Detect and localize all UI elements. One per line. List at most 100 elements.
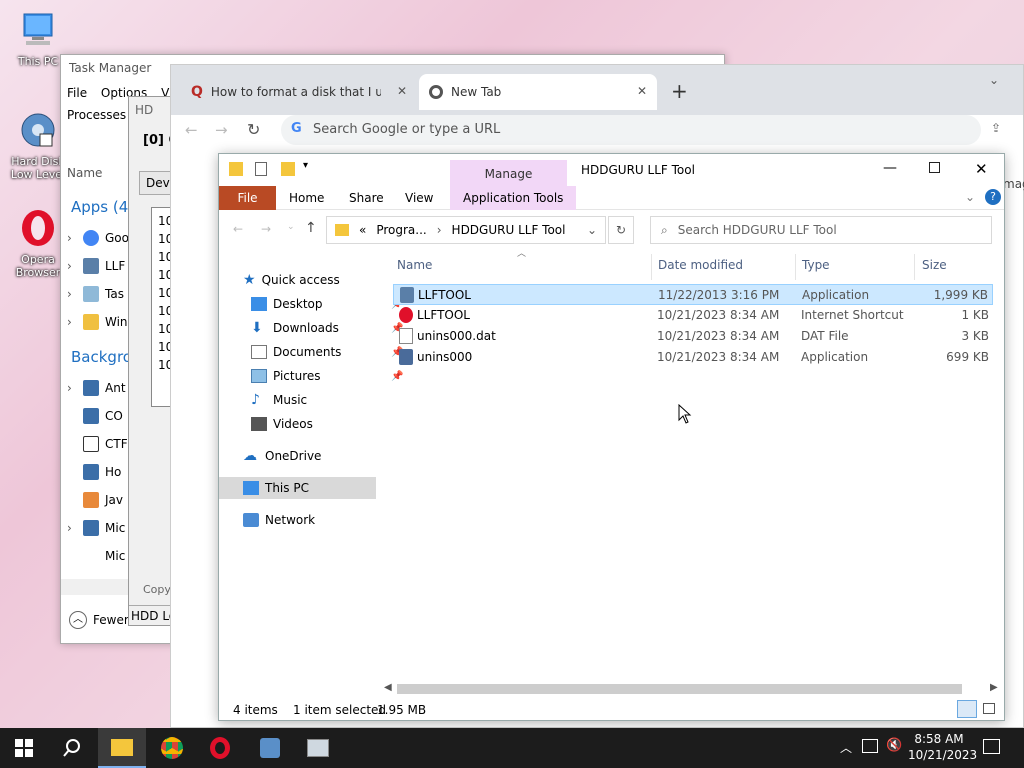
chevron-right-icon: › [67,259,72,273]
breadcrumb-part[interactable]: HDDGURU LLF Tool [452,223,566,237]
hdd-tool-icon [260,738,280,758]
new-tab-button[interactable]: + [671,79,688,103]
new-folder-icon[interactable] [281,162,295,176]
column-size[interactable]: Size [922,258,947,272]
process-row[interactable]: › Mic [67,518,125,538]
taskbar-file-explorer[interactable] [98,728,146,768]
chevron-down-icon[interactable]: ⌄ [587,223,597,237]
large-icons-view-icon[interactable] [983,703,995,714]
search-button[interactable] [48,728,96,768]
address-bar[interactable]: « Progra... › HDDGURU LLF Tool ⌄ [326,216,606,244]
column-type[interactable]: Type [802,258,830,272]
process-row[interactable]: Jav [67,490,123,510]
taskbar-chrome[interactable] [148,728,196,768]
ribbon-tab-application-tools[interactable]: Application Tools [450,186,577,210]
file-row[interactable]: unins000 10/21/2023 8:34 AM Application … [393,347,993,368]
close-button[interactable]: ✕ [975,160,988,178]
process-name: Mic [105,549,126,563]
column-name[interactable]: Name [397,258,432,272]
scrollbar-thumb[interactable] [397,684,962,694]
start-button[interactable] [0,728,48,768]
tab-processes[interactable]: Processes [67,108,126,122]
file-row[interactable]: LLFTOOL 10/21/2023 8:34 AM Internet Shor… [393,305,993,326]
back-icon[interactable]: ← [233,222,243,236]
process-icon [83,520,99,536]
process-row[interactable]: Mic [67,546,125,566]
nav-quick-access[interactable]: ★ Quick access [243,269,340,291]
nav-network[interactable]: Network [243,509,315,531]
taskbar-task-manager[interactable] [294,728,342,768]
process-row[interactable]: › Tas [67,284,124,304]
column-name[interactable]: Name [67,166,102,180]
share-icon[interactable]: ⇪ [991,121,1001,135]
clock[interactable]: 8:58 AM 10/21/2023 [908,731,977,763]
address-toolbar: ← → ⌄ ↑ « Progra... › HDDGURU LLF Tool ⌄… [219,210,1004,250]
horizontal-scrollbar[interactable] [61,579,131,595]
close-tab-icon[interactable]: ✕ [397,84,407,98]
search-box[interactable]: ⌕ Search HDDGURU LLF Tool [650,216,992,244]
fewer-details-button[interactable]: ︿ Fewer [69,611,129,629]
process-row[interactable]: › Goo [67,228,129,248]
forward-icon[interactable]: → [215,121,228,139]
nav-downloads[interactable]: ⬇ Downloads 📌 [251,317,411,339]
horizontal-scrollbar[interactable]: ◀ ▶ [384,682,1004,696]
minimize-button[interactable]: — [883,160,897,176]
expand-ribbon-icon[interactable]: ⌄ [965,190,975,204]
column-date-modified[interactable]: Date modified [658,258,743,272]
volume-muted-icon[interactable]: 🔇 [886,738,902,753]
show-hidden-icons[interactable]: ︿ [840,739,852,756]
internet-shortcut-icon [399,307,413,323]
forward-icon[interactable]: → [261,222,271,236]
process-row[interactable]: Ho [67,462,121,482]
file-row[interactable]: unins000.dat 10/21/2023 8:34 AM DAT File… [393,326,993,347]
process-row[interactable]: › Ant [67,378,126,398]
process-row[interactable]: CO [67,406,123,426]
nav-documents[interactable]: Documents 📌 [251,341,411,363]
desktop-icon-hard-disk-low-level[interactable]: Hard Disk Low Level [8,110,68,181]
process-row[interactable]: CTF [67,434,128,454]
taskbar-hdd-tool[interactable] [246,728,294,768]
scroll-left-icon[interactable]: ◀ [384,682,392,693]
properties-icon[interactable] [255,162,267,176]
maximize-button[interactable] [929,162,940,173]
network-icon[interactable] [862,739,878,753]
reload-icon[interactable]: ↻ [247,120,260,139]
notification-icon[interactable] [983,739,1000,754]
tab-quora[interactable]: Q How to format a disk that I usec ✕ [181,74,417,110]
status-bar: 4 items 1 item selected 1.95 MB [219,698,1004,722]
nav-videos[interactable]: Videos [251,413,313,435]
manage-context-tab[interactable]: Manage [450,160,567,188]
ribbon-tab-home[interactable]: Home [289,186,324,210]
omnibox[interactable]: G Search Google or type a URL [281,115,981,145]
refresh-button[interactable]: ↻ [608,216,634,244]
quick-access-dropdown-icon[interactable]: ▾ [303,160,308,171]
desktop-icon-this-pc[interactable]: This PC [8,10,68,68]
desktop-icon-opera[interactable]: Opera Browser [8,208,68,279]
menu-file[interactable]: File [67,86,87,100]
tab-new-tab[interactable]: New Tab ✕ [419,74,657,110]
desktop-icon-label: Opera Browser [15,253,61,279]
details-view-icon[interactable] [957,700,977,718]
process-row[interactable]: › Win [67,312,128,332]
scroll-right-icon[interactable]: ▶ [990,682,998,693]
nav-desktop[interactable]: Desktop📌 [251,293,411,315]
up-icon[interactable]: ↑ [305,220,317,236]
breadcrumb-part[interactable]: Progra... [376,223,426,237]
file-row[interactable]: LLFTOOL 11/22/2013 3:16 PM Application 1… [393,284,993,305]
nav-onedrive[interactable]: ☁ OneDrive [243,445,321,467]
taskbar-opera[interactable] [196,728,244,768]
pen-icon [83,436,99,452]
taskbar: ︿ 🔇 8:58 AM 10/21/2023 [0,728,1024,768]
back-icon[interactable]: ← [185,121,198,139]
close-tab-icon[interactable]: ✕ [637,84,647,98]
nav-this-pc[interactable]: This PC [219,477,376,499]
ribbon-tab-view[interactable]: View [405,186,433,210]
ribbon-tab-share[interactable]: Share [349,186,384,210]
process-row[interactable]: › LLF [67,256,125,276]
help-icon[interactable]: ? [985,189,1001,205]
ribbon-tab-file[interactable]: File [219,186,276,210]
nav-music[interactable]: ♪ Music [251,389,307,411]
nav-pictures[interactable]: Pictures 📌 [251,365,411,387]
recent-locations-icon[interactable]: ⌄ [287,222,295,232]
tab-search-icon[interactable]: ⌄ [989,73,999,87]
